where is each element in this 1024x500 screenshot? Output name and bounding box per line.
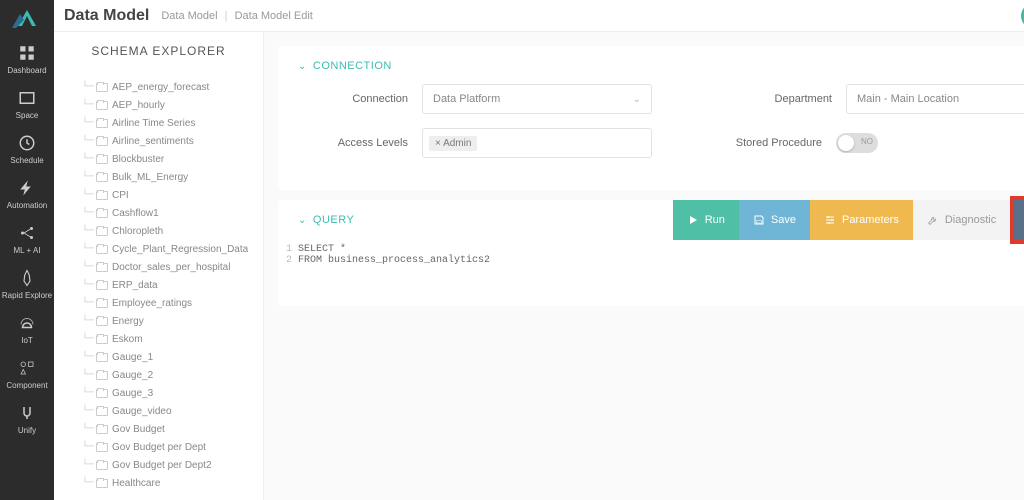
schema-node[interactable]: └─Healthcare	[82, 474, 263, 492]
folder-icon	[96, 389, 108, 398]
nav-ml-ai[interactable]: ML + AI	[0, 216, 54, 261]
schema-node[interactable]: └─Cycle_Plant_Regression_Data	[82, 240, 263, 258]
chevron-down-icon: ⌄	[633, 94, 641, 105]
schema-node[interactable]: └─Cashflow1	[82, 204, 263, 222]
schema-node[interactable]: └─Doctor_sales_per_hospital	[82, 258, 263, 276]
top-bar: Data Model Data Model | Data Model Edit …	[54, 0, 1024, 32]
department-select[interactable]: Main - Main Location ⌄	[846, 84, 1024, 114]
page-title: Data Model	[64, 7, 149, 25]
folder-icon	[96, 83, 108, 92]
content-area: ⌄ CONNECTION Connection Data Platform ⌄	[264, 32, 1024, 500]
schema-node[interactable]: └─Gauge_3	[82, 384, 263, 402]
schema-explorer: SCHEMA EXPLORER └─AEP_energy_forecast└─A…	[54, 32, 264, 500]
folder-icon	[96, 479, 108, 488]
folder-icon	[96, 137, 108, 146]
wrench-icon	[927, 214, 939, 226]
schema-node[interactable]: └─Gauge_2	[82, 366, 263, 384]
crumb-root[interactable]: Data Model	[161, 10, 217, 22]
folder-icon	[96, 245, 108, 254]
nav-automation[interactable]: Automation	[0, 171, 54, 216]
schema-node[interactable]: └─Blockbuster	[82, 150, 263, 168]
folder-icon	[96, 191, 108, 200]
app-logo	[12, 6, 42, 30]
folder-icon	[96, 461, 108, 470]
connection-panel: ⌄ CONNECTION Connection Data Platform ⌄	[278, 46, 1024, 190]
folder-icon	[96, 371, 108, 380]
left-nav-rail: Dashboard Space Schedule Automation ML +…	[0, 0, 54, 500]
schema-node[interactable]: └─Gauge_video	[82, 402, 263, 420]
editor-code[interactable]: SELECT * FROM business_process_analytics…	[298, 244, 490, 266]
schema-tree[interactable]: └─AEP_energy_forecast└─AEP_hourly└─Airli…	[54, 78, 263, 500]
access-tag-admin[interactable]: × Admin	[429, 136, 477, 151]
schema-node[interactable]: └─CPI	[82, 186, 263, 204]
connection-header[interactable]: ⌄ CONNECTION	[298, 60, 1024, 72]
stored-proc-label: Stored Procedure	[692, 137, 822, 149]
schema-node[interactable]: └─AEP_energy_forecast	[82, 78, 263, 96]
schema-node[interactable]: └─ERP_data	[82, 276, 263, 294]
schema-node[interactable]: └─AEP_hourly	[82, 96, 263, 114]
access-levels-label: Access Levels	[298, 137, 408, 149]
sliders-icon	[824, 214, 836, 226]
stored-proc-toggle[interactable]: NO	[836, 133, 878, 153]
schema-node[interactable]: └─Energy	[82, 312, 263, 330]
access-levels-input[interactable]: × Admin	[422, 128, 652, 158]
schema-node[interactable]: └─Gauge_1	[82, 348, 263, 366]
cache-button[interactable]: Cache	[1014, 200, 1024, 240]
folder-icon	[96, 407, 108, 416]
connection-select[interactable]: Data Platform ⌄	[422, 84, 652, 114]
folder-icon	[96, 281, 108, 290]
nav-schedule[interactable]: Schedule	[0, 126, 54, 171]
folder-icon	[96, 317, 108, 326]
schema-node[interactable]: └─Bulk_ML_Energy	[82, 168, 263, 186]
schema-node[interactable]: └─Eskom	[82, 330, 263, 348]
sql-editor[interactable]: 1 2 SELECT * FROM business_process_analy…	[278, 240, 1024, 306]
nav-component[interactable]: Component	[0, 351, 54, 396]
folder-icon	[96, 263, 108, 272]
chevron-down-icon: ⌄	[298, 61, 307, 72]
query-header[interactable]: ⌄ QUERY	[298, 214, 354, 226]
nav-dashboard[interactable]: Dashboard	[0, 36, 54, 81]
crumb-leaf: Data Model Edit	[235, 10, 313, 22]
folder-icon	[96, 443, 108, 452]
connection-label: Connection	[298, 93, 408, 105]
department-label: Department	[722, 93, 832, 105]
save-button[interactable]: Save	[739, 200, 810, 240]
folder-icon	[96, 335, 108, 344]
folder-icon	[96, 101, 108, 110]
breadcrumb: Data Model | Data Model Edit	[161, 10, 313, 22]
schema-node[interactable]: └─Gov Budget per Dept	[82, 438, 263, 456]
folder-icon	[96, 155, 108, 164]
parameters-button[interactable]: Parameters	[810, 200, 913, 240]
save-icon	[753, 214, 765, 226]
run-button[interactable]: Run	[673, 200, 739, 240]
folder-icon	[96, 227, 108, 236]
main-area: Data Model Data Model | Data Model Edit …	[54, 0, 1024, 500]
editor-gutter: 1 2	[278, 244, 298, 266]
diagnostic-button[interactable]: Diagnostic	[913, 200, 1010, 240]
schema-node[interactable]: └─Airline Time Series	[82, 114, 263, 132]
schema-node[interactable]: └─Gov Budget per Dept2	[82, 456, 263, 474]
explorer-title: SCHEMA EXPLORER	[54, 32, 263, 78]
cache-highlight: Cache	[1010, 196, 1024, 244]
folder-icon	[96, 299, 108, 308]
play-icon	[687, 214, 699, 226]
nav-iot[interactable]: IoT	[0, 306, 54, 351]
chevron-down-icon: ⌄	[298, 215, 307, 226]
schema-node[interactable]: └─Employee_ratings	[82, 294, 263, 312]
nav-unify[interactable]: Unify	[0, 396, 54, 441]
folder-icon	[96, 173, 108, 182]
schema-node[interactable]: └─Gov Budget	[82, 420, 263, 438]
folder-icon	[96, 209, 108, 218]
schema-node[interactable]: └─Airline_sentiments	[82, 132, 263, 150]
folder-icon	[96, 425, 108, 434]
nav-space[interactable]: Space	[0, 81, 54, 126]
nav-rapid-explore[interactable]: Rapid Explore	[0, 261, 54, 306]
folder-icon	[96, 119, 108, 128]
schema-node[interactable]: └─Chloropleth	[82, 222, 263, 240]
query-panel: ⌄ QUERY Run Save	[278, 200, 1024, 306]
folder-icon	[96, 353, 108, 362]
